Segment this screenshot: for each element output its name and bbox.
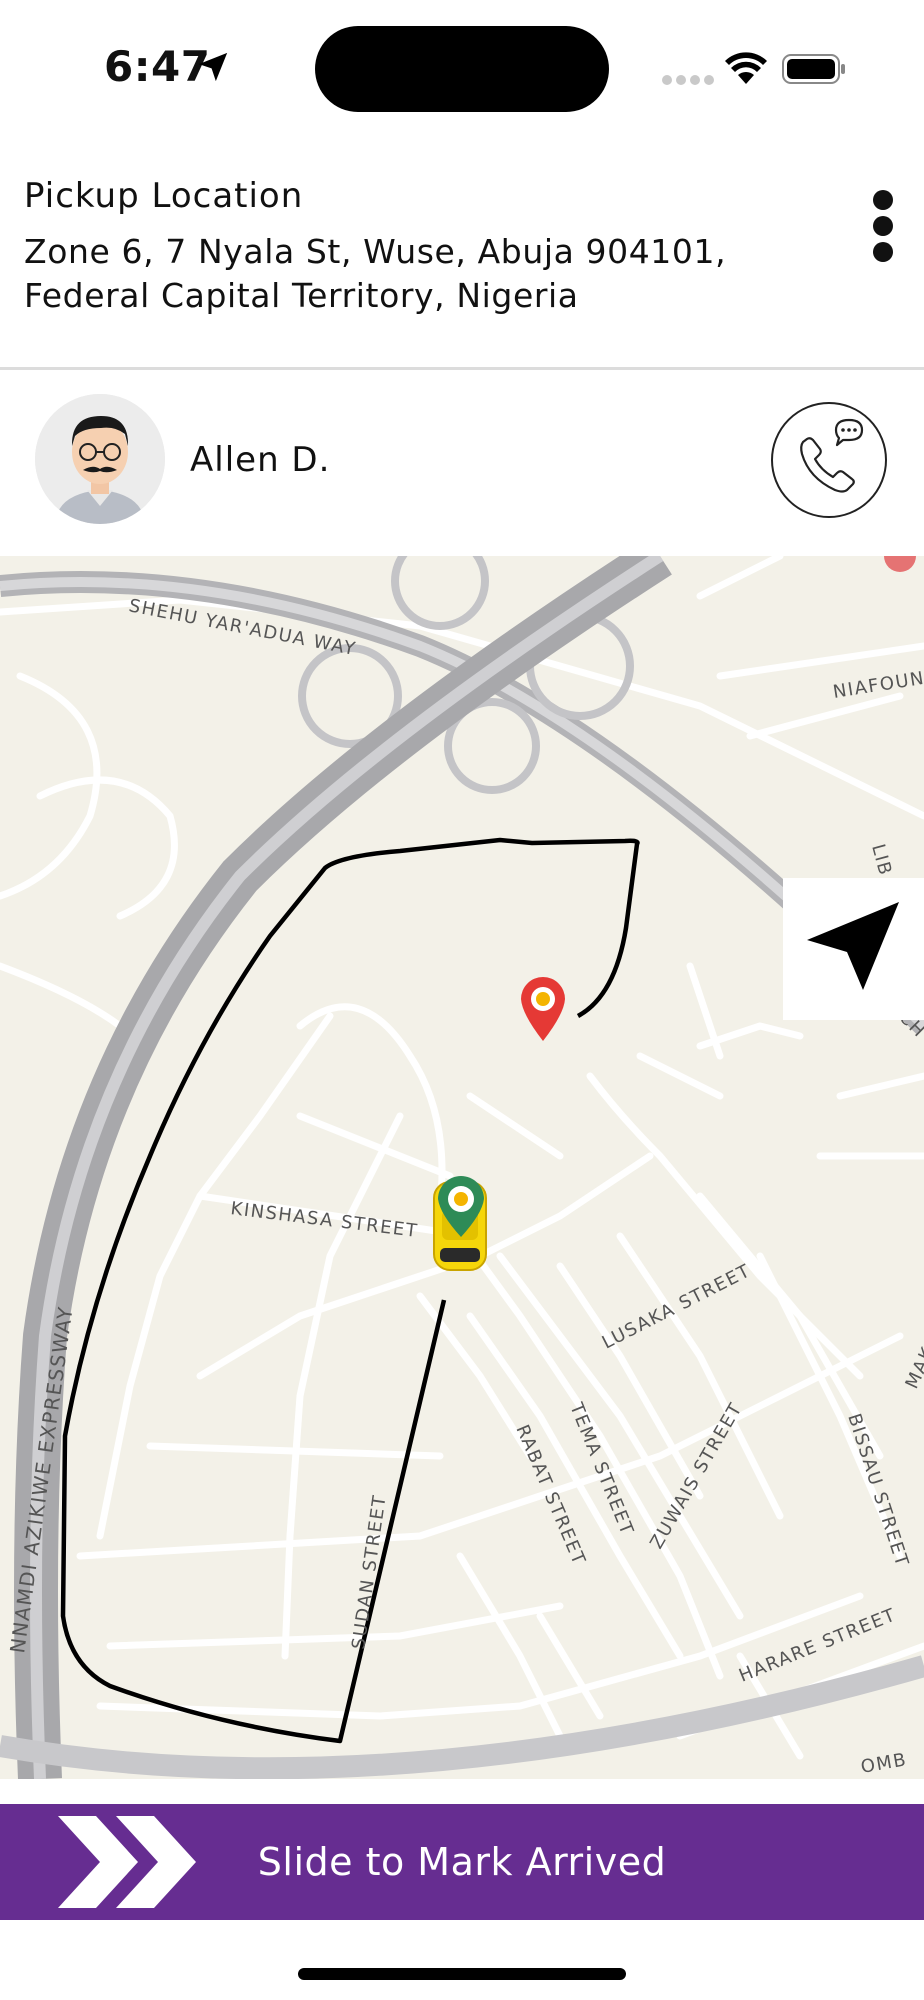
home-indicator [298,1968,626,1980]
label-bissau: BISSAU STREET [843,1411,912,1570]
label-rabat: RABAT STREET [511,1422,589,1569]
pickup-pin-icon [521,977,565,1041]
divider [0,367,924,370]
map-view[interactable]: SHEHU YAR'ADUA WAY NIAFOUN LIB CH KINSHA… [0,556,924,1779]
contact-driver-button[interactable] [771,402,887,518]
more-dot-icon [873,242,893,262]
label-sudan: SUDAN STREET [348,1493,391,1651]
driver-name: Allen D. [190,440,331,480]
wifi-icon [725,52,767,84]
dynamic-island [315,26,609,112]
label-niafoun: NIAFOUN [831,668,924,703]
navigation-arrow-icon [807,902,899,990]
location-arrow-icon [198,52,228,82]
label-omb: OMB [859,1749,908,1778]
recenter-button[interactable] [783,878,924,1020]
southern-road [0,1655,924,1779]
signal-icon [662,72,728,85]
avatar [35,394,165,524]
slide-to-arrive-bar[interactable]: Slide to Mark Arrived [0,1804,924,1920]
label-kinshasa: KINSHASA STREET [229,1198,419,1242]
status-time: 6:47 [104,42,211,91]
nnamdi-azikiwe-expressway [14,556,672,1779]
label-mak: MAK [901,1343,924,1392]
label-lib: LIB [867,842,896,879]
status-bar: 6:47 [0,0,924,140]
double-chevron-right-icon[interactable] [56,1812,206,1912]
driver-avatar-icon [35,394,165,524]
poi-marker-icon [884,556,916,572]
label-lusaka: LUSAKA STREET [599,1260,755,1353]
more-dot-icon [873,190,893,210]
more-dot-icon [873,216,893,236]
pickup-section: Pickup Location Zone 6, 7 Nyala St, Wuse… [24,176,844,318]
battery-icon [782,54,845,84]
pickup-title: Pickup Location [24,176,304,216]
more-options-button[interactable] [862,186,902,266]
phone-chat-icon [800,418,864,493]
pickup-address: Zone 6, 7 Nyala St, Wuse, Abuja 904101, … [24,232,727,315]
map-canvas: SHEHU YAR'ADUA WAY NIAFOUN LIB CH KINSHA… [0,556,924,1779]
driver-row: Allen D. [0,372,924,556]
minor-streets [0,556,924,1760]
